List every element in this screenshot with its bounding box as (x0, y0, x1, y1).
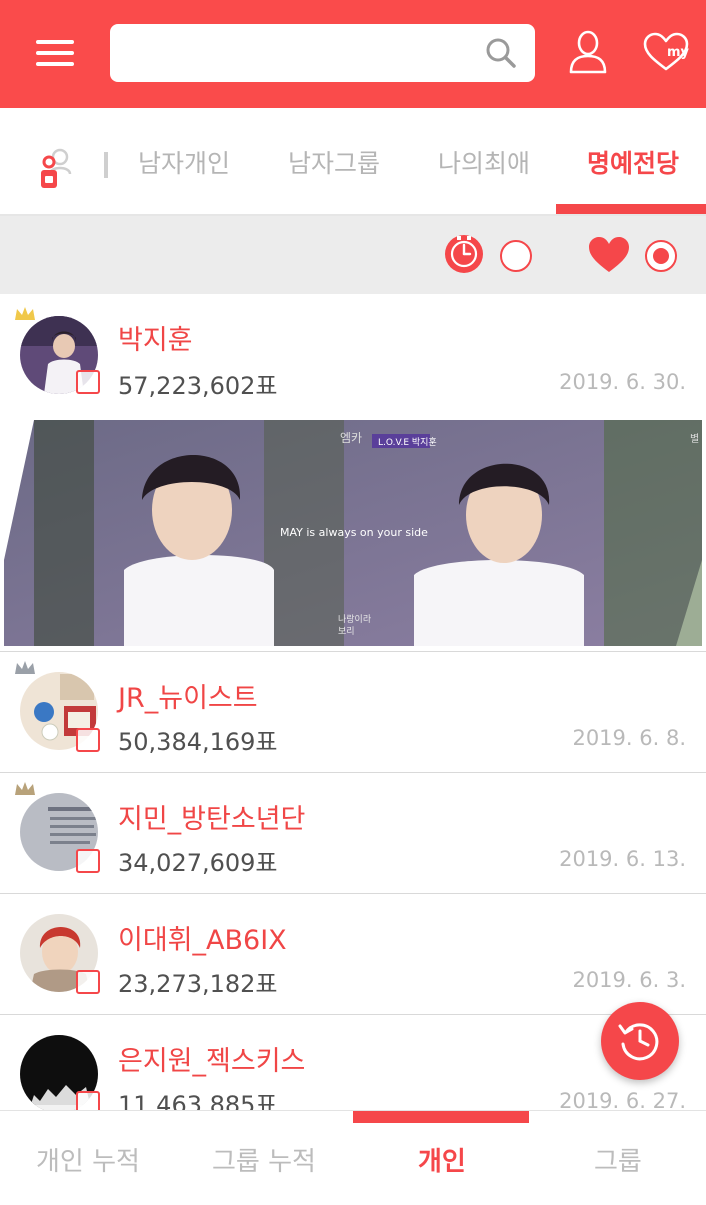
stage-logo: 엠카 (340, 431, 362, 445)
person-rank-icon[interactable] (36, 148, 76, 192)
entry-name: 이대휘_AB6IX (118, 925, 287, 956)
entry-votes: 23,273,182표 (118, 970, 278, 998)
gold-crown-icon (15, 307, 35, 320)
sort-by-votes-radio[interactable] (645, 240, 677, 272)
bronze-crown-icon (15, 782, 35, 795)
tab-male-solo[interactable]: 남자개인 (138, 144, 230, 180)
entry-votes: 50,384,169표 (118, 728, 278, 756)
active-tab-indicator (556, 204, 706, 214)
banner-image: L.O.V.E 박지훈 MAY is always on your side 나… (4, 420, 702, 646)
expand-icon[interactable] (76, 1091, 100, 1110)
list-item[interactable]: 지민_방탄소년단 34,027,609표 2019. 6. 13. (0, 773, 706, 893)
sort-filter-bar (0, 216, 706, 294)
featured-video-banner[interactable]: L.O.V.E 박지훈 MAY is always on your side 나… (4, 420, 702, 646)
silver-crown-icon (15, 661, 35, 674)
app-header: my (0, 0, 706, 108)
nav-individual-cumulative[interactable]: 개인 누적 (36, 1141, 140, 1178)
list-item[interactable]: JR_뉴이스트 50,384,169표 2019. 6. 8. (0, 652, 706, 772)
expand-icon[interactable] (76, 370, 100, 394)
heart-icon[interactable] (588, 236, 630, 274)
tab-hall-of-fame[interactable]: 명예전당 (587, 144, 679, 180)
category-tabs: 남자개인 남자그룹 나의최애 명예전당 (0, 108, 706, 216)
menu-icon[interactable] (36, 40, 74, 66)
search-input[interactable] (126, 34, 476, 72)
entry-date: 2019. 6. 27. (559, 1089, 686, 1110)
corner-logo: 별 (690, 433, 699, 445)
entry-votes: 57,223,602표 (118, 372, 278, 400)
active-nav-indicator (353, 1111, 529, 1123)
history-button[interactable] (601, 1002, 679, 1080)
entry-votes: 34,027,609표 (118, 849, 278, 877)
expand-icon[interactable] (76, 970, 100, 994)
banner-tag: L.O.V.E 박지훈 (378, 436, 437, 448)
banner-subtitle-2: 보리 (338, 626, 355, 637)
entry-name: JR_뉴이스트 (118, 683, 258, 714)
entry-name: 지민_방탄소년단 (118, 804, 306, 835)
nav-individual[interactable]: 개인 (418, 1141, 466, 1178)
banner-subtitle: 나랑이라 (338, 613, 372, 625)
expand-icon[interactable] (76, 849, 100, 873)
search-box[interactable] (110, 24, 535, 82)
entry-votes: 11,463,885표 (118, 1091, 278, 1110)
clock-icon[interactable] (444, 234, 484, 274)
tab-male-group[interactable]: 남자그룹 (288, 144, 380, 180)
entry-date: 2019. 6. 13. (559, 847, 686, 871)
entry-name: 은지원_젝스키스 (118, 1046, 306, 1077)
list-item[interactable]: 박지훈 57,223,602표 2019. 6. 30. (0, 296, 706, 414)
entry-date: 2019. 6. 3. (572, 968, 686, 992)
history-icon (618, 1023, 659, 1061)
entry-date: 2019. 6. 8. (572, 726, 686, 750)
tab-my-favorite[interactable]: 나의최애 (438, 144, 530, 180)
search-icon[interactable] (485, 37, 517, 69)
expand-icon[interactable] (76, 728, 100, 752)
tab-divider (104, 152, 108, 178)
sort-by-time-radio[interactable] (500, 240, 532, 272)
user-icon[interactable] (568, 30, 608, 74)
my-label: my (667, 45, 690, 60)
list-item[interactable]: 이대휘_AB6IX 23,273,182표 2019. 6. 3. (0, 894, 706, 1014)
entry-name: 박지훈 (118, 325, 193, 356)
nav-group[interactable]: 그룹 (594, 1141, 642, 1178)
nav-group-cumulative[interactable]: 그룹 누적 (212, 1141, 316, 1178)
my-heart-icon[interactable]: my (642, 32, 690, 72)
entry-date: 2019. 6. 30. (559, 370, 686, 394)
bottom-navigation: 개인 누적 그룹 누적 개인 그룹 (0, 1110, 706, 1205)
banner-caption: MAY is always on your side (280, 526, 428, 539)
